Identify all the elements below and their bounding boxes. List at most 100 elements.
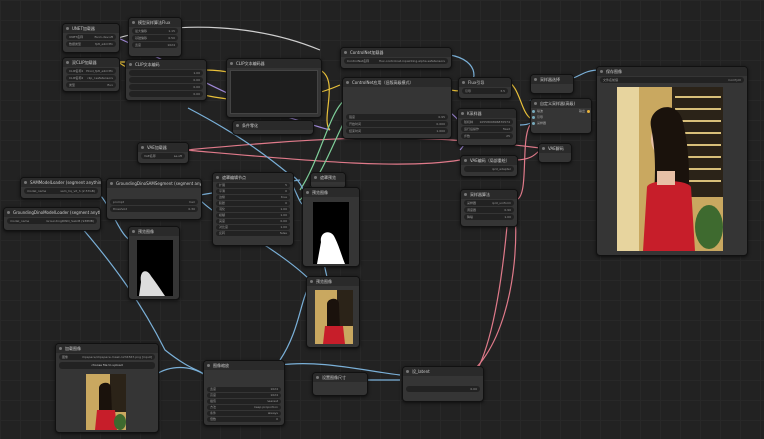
node-sam-loader[interactable]: SAMModelLoader (segment anything) model_… — [20, 177, 102, 199]
node-load-image[interactable]: 加载图像 图像 clipspace/clipspace-mask-1234567.… — [55, 343, 159, 433]
widget-brightness[interactable]: 亮度 0.00 — [216, 219, 290, 224]
node-vae-decode[interactable]: VAE解码 — [538, 143, 572, 163]
widget-vae-name[interactable]: VAE名称 ae.sft — [141, 153, 185, 159]
widget-image[interactable]: 图像 clipspace/clipspace-mask-1234567.png [… — [59, 354, 155, 360]
node-title: 采样器选择 — [531, 75, 573, 84]
node-groundingdino-loader[interactable]: GroundingDinoModelLoader (segment anythi… — [3, 207, 101, 231]
widget-invert[interactable]: 反转 false — [216, 231, 290, 236]
widget-value[interactable]: 0.00 — [129, 77, 203, 83]
node-title: VAE加载器 — [138, 143, 188, 152]
widget-value[interactable]: 0.00 — [406, 386, 480, 392]
node-clip-text-encode[interactable]: CLIP文本编码 1.00 0.00 0.00 0.00 — [125, 59, 207, 101]
widget-strength[interactable]: 强度 0.95 — [346, 114, 448, 120]
widget-height[interactable]: 高度 1024 — [207, 393, 281, 398]
node-sampler-select[interactable]: 采样器选择 — [530, 74, 574, 94]
widget-clip-type[interactable]: 类型 flux — [66, 82, 116, 88]
node-vae-encode-inpaint[interactable]: VAE编码（局部重绘） ipnt_adapter — [460, 155, 518, 177]
widget-edge[interactable]: 边缘 true — [216, 195, 290, 200]
widget-multiple[interactable]: 倍数 0 — [207, 417, 281, 422]
widget-value[interactable]: 0.00 — [129, 91, 203, 97]
widget-sampler[interactable]: 采样器 ipnt_uniform — [464, 200, 514, 206]
node-title: GroundingDinoSAMSegment (segment anythin… — [107, 179, 201, 188]
widget-controlnet-name[interactable]: ControlNet名称 flux-controlnet-inpainting-a… — [344, 58, 448, 64]
node-controlnet-loader[interactable]: ControlNet加载器 ControlNet名称 flux-controlne… — [340, 47, 452, 69]
node-clip-text-encoder-prompt[interactable]: CLIP文本编码器 — [226, 58, 322, 118]
widget-value[interactable]: 0.00 — [129, 84, 203, 90]
widget-adapter[interactable]: ipnt_adapter — [464, 166, 514, 172]
widget-clip-name1[interactable]: CLIP名称1 t5xxl_fp8_e4m3fn — [66, 68, 116, 74]
node-vae-loader[interactable]: VAE加载器 VAE名称 ae.sft — [137, 142, 189, 164]
node-title: CLIP文本编码器 — [227, 59, 321, 68]
node-title: 预览图像 — [307, 277, 359, 286]
upload-button[interactable]: choose file to upload — [59, 362, 155, 369]
widget-denoise[interactable]: 降噪 1.00 — [464, 214, 514, 220]
node-title: CLIP文本编码 — [126, 60, 206, 69]
widget-model-name[interactable]: model_name GroundingDINO_SwinB (938MB) — [7, 218, 97, 224]
node-conditioning-zero[interactable]: 条件零化 — [232, 120, 314, 135]
widget-unet-name[interactable]: UNET名称 flux1-dev.sft — [66, 34, 116, 40]
widget-width[interactable]: 宽度 1024 — [207, 387, 281, 392]
node-title: 自定义采样器(高级) — [531, 99, 591, 108]
widget-expand[interactable]: 扩展 5 — [216, 183, 290, 188]
widget-end-percent[interactable]: 结束时间 1.000 — [346, 128, 448, 134]
node-title: 预览图像 — [303, 188, 359, 197]
node-title: 条件零化 — [233, 121, 313, 130]
widget-seed[interactable]: 随机种 1055809896870574 — [461, 119, 513, 125]
node-title: VAE编码（局部重绘） — [461, 156, 517, 165]
node-flux-guidance[interactable]: Flux引导 引导 3.5 — [458, 77, 512, 99]
widget-dilate[interactable]: 膨胀 0 — [216, 201, 290, 206]
mask-image — [137, 240, 173, 296]
node-unet-loader[interactable]: UNET加载器 UNET名称 flux1-dev.sft 数据类型 fp8_e4m3… — [62, 23, 120, 53]
widget-method[interactable]: 方法 keep proportion — [207, 405, 281, 410]
node-title: 加载图像 — [56, 344, 158, 353]
widget-base-shift[interactable]: 基础偏移 0.50 — [132, 35, 178, 41]
widget-threshold[interactable]: threshold 0.30 — [110, 206, 198, 212]
node-preview-mask-left[interactable]: 预览图像 — [128, 226, 180, 300]
node-sampler-custom-advanced[interactable]: 自定义采样器(高级) 噪波 输出 引导 采样器 — [530, 98, 592, 134]
widget-guidance[interactable]: 引导 3.5 — [462, 88, 508, 94]
node-title: 设_latent — [403, 367, 483, 376]
mask-image — [313, 202, 349, 264]
node-title: 预览图像 — [129, 227, 179, 236]
widget-value[interactable]: 1.00 — [129, 70, 203, 76]
node-groundingdino-sam-segment[interactable]: GroundingDinoSAMSegment (segment anythin… — [106, 178, 202, 220]
node-preview-mask-center[interactable]: 预览图像 — [302, 187, 360, 267]
node-mask-edit[interactable]: 遮罩编辑节点 扩展 5 平滑 0 边缘 true 膨胀 0 羽化 1.00 模糊 1.00 … — [212, 172, 294, 246]
slot-sampler[interactable]: 采样器 — [531, 120, 591, 126]
widget-model-name[interactable]: model_name sam_hq_vit_h (2.57GB) — [24, 188, 98, 194]
widget-contrast[interactable]: 对比度 1.00 — [216, 225, 290, 230]
widget-clip-name2[interactable]: CLIP名称2 clip_l.safetensors — [66, 75, 116, 81]
node-canvas[interactable]: UNET加载器 UNET名称 flux1-dev.sft 数据类型 fp8_e4m3… — [0, 0, 764, 439]
widget-feather[interactable]: 羽化 1.00 — [216, 207, 290, 212]
widget-filename-prefix[interactable]: 文件名前缀 ComfyUI — [600, 77, 744, 83]
widget-control-after-generate[interactable]: 运行后操作 fixed — [461, 126, 513, 132]
widget-max-shift[interactable]: 最大偏移 1.15 — [132, 28, 178, 34]
node-latent[interactable]: 设_latent 0.00 — [402, 366, 484, 402]
node-title: SAMModelLoader (segment anything) — [21, 178, 101, 187]
node-title: VAE解码 — [539, 144, 571, 153]
widget-width[interactable]: 宽度 1024 — [132, 42, 178, 48]
node-model-sampling-flux[interactable]: 模型采样算法Flux 最大偏移 1.15 基础偏移 0.50 宽度 1024 — [128, 17, 182, 57]
node-title: 遮罩预览 — [311, 173, 345, 182]
node-image-scale[interactable]: 图像缩放 宽度 1024 高度 1024 插值 nearest 方法 keep prop… — [203, 360, 285, 426]
node-set-image-size[interactable]: 设置图像尺寸 — [312, 372, 368, 396]
input-image — [86, 374, 126, 430]
widget-smooth[interactable]: 平滑 0 — [216, 189, 290, 194]
node-ksampler[interactable]: K采样器 随机种 1055809896870574 运行后操作 fixed 步数 25 — [457, 108, 517, 146]
node-dual-clip-loader[interactable]: 双CLIP加载器 CLIP名称1 t5xxl_fp8_e4m3fn CLIP名称2… — [62, 57, 120, 92]
widget-start-percent[interactable]: 开始时间 0.000 — [346, 121, 448, 127]
widget-scheduler[interactable]: 调度器 0.90 — [464, 207, 514, 213]
node-preview-image-mid[interactable]: 预览图像 — [306, 276, 360, 348]
prompt-textarea[interactable] — [230, 70, 318, 114]
node-scheduler[interactable]: 采样器算法 采样器 ipnt_uniform 调度器 0.90 降噪 1.00 — [460, 189, 518, 227]
widget-interpolation[interactable]: 插值 nearest — [207, 399, 281, 404]
widget-blur[interactable]: 模糊 1.00 — [216, 213, 290, 218]
node-controlnet-apply[interactable]: ControlNet应用（旧版高级模式） 强度 0.95 开始时间 0.000 结束… — [342, 77, 452, 139]
widget-weight-dtype[interactable]: 数据类型 fp8_e4m3fn — [66, 41, 116, 47]
widget-condition[interactable]: 条件 always — [207, 411, 281, 416]
node-title: 设置图像尺寸 — [313, 373, 367, 382]
node-title: 遮罩编辑节点 — [213, 173, 293, 182]
widget-steps[interactable]: 步数 25 — [461, 133, 513, 139]
widget-prompt[interactable]: prompt hair — [110, 199, 198, 205]
node-save-image[interactable]: 保存图像 文件名前缀 ComfyUI — [596, 66, 748, 256]
